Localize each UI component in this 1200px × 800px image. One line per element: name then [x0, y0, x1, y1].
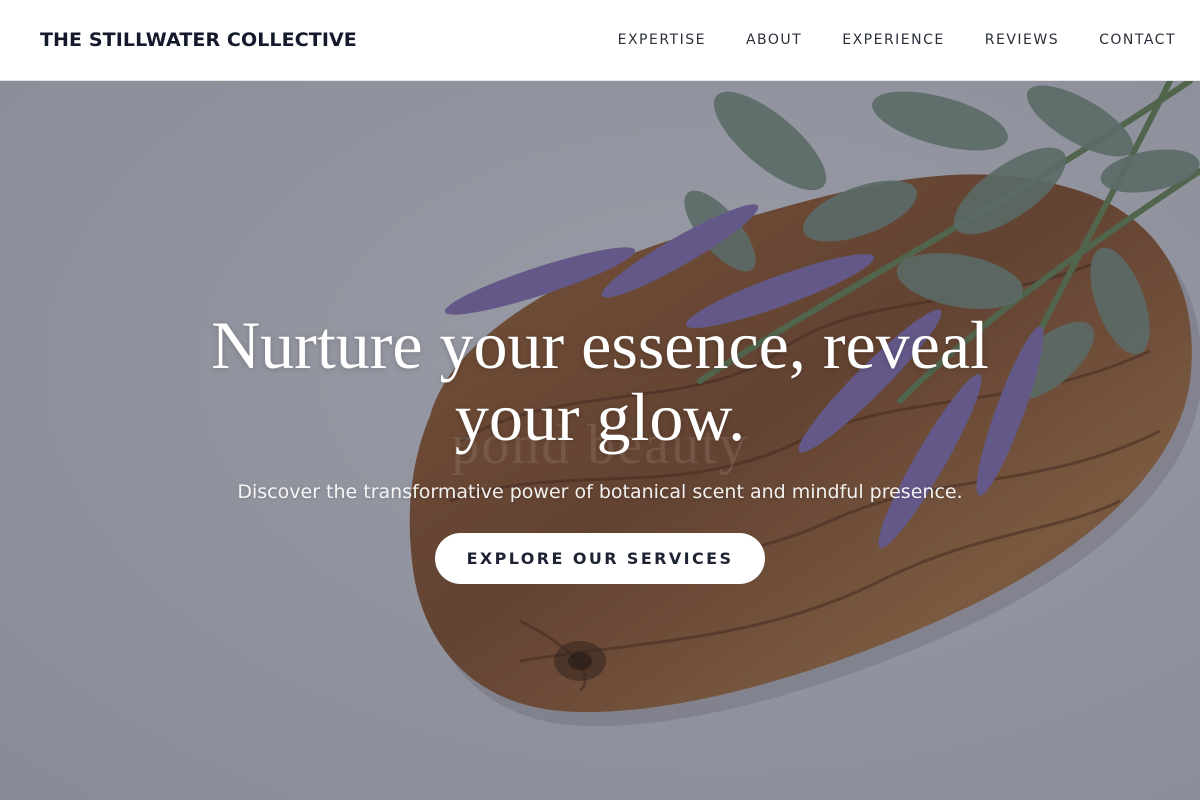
nav-item-contact[interactable]: CONTACT [1099, 32, 1176, 48]
brand-logo[interactable]: THE STILLWATER COLLECTIVE [40, 29, 357, 51]
nav-item-about[interactable]: ABOUT [746, 32, 802, 48]
hero-content: pond beauty Nurture your essence, reveal… [0, 81, 1200, 800]
nav-item-experience[interactable]: EXPERIENCE [842, 32, 945, 48]
hero-section: pond beauty Nurture your essence, reveal… [0, 81, 1200, 800]
hero-title: Nurture your essence, reveal your glow. [211, 307, 989, 455]
nav-item-reviews[interactable]: REVIEWS [985, 32, 1059, 48]
main-nav: EXPERTISE ABOUT EXPERIENCE REVIEWS CONTA… [618, 32, 1176, 48]
explore-services-button[interactable]: EXPLORE OUR SERVICES [435, 533, 765, 584]
site-header: THE STILLWATER COLLECTIVE EXPERTISE ABOU… [0, 0, 1200, 81]
hero-subtitle: Discover the transformative power of bot… [237, 481, 963, 503]
nav-item-expertise[interactable]: EXPERTISE [618, 32, 706, 48]
